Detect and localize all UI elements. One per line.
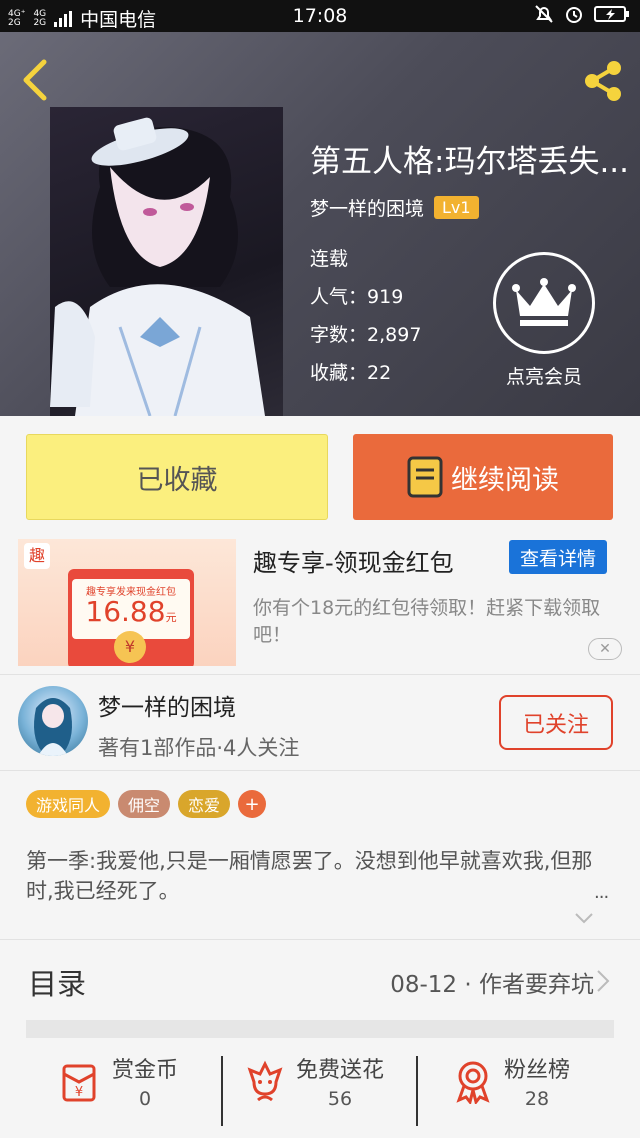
ad-image-amount: 16.88元 xyxy=(85,595,177,628)
vip-membership-button[interactable]: 点亮会员 xyxy=(492,252,596,389)
ad-title[interactable]: 趣专享-领现金红包 xyxy=(253,543,454,578)
book-status: 连载 xyxy=(310,248,349,270)
yen-coin-icon: ¥ xyxy=(114,631,146,663)
tag-list: 游戏同人 佣空 恋爱 + xyxy=(26,790,267,818)
crown-icon xyxy=(512,278,576,326)
reward-coins-button[interactable]: ¥ 赏金币 0 xyxy=(58,1052,178,1110)
book-word-count: 字数：2,897 xyxy=(310,324,422,346)
back-icon[interactable] xyxy=(18,58,54,102)
divider xyxy=(0,939,640,940)
award-medal-icon xyxy=(456,1061,490,1104)
divider xyxy=(0,770,640,771)
catalog-latest-chapter[interactable]: 08-12 · 作者要弃坑 xyxy=(390,965,594,999)
battery-charging-icon xyxy=(594,6,629,22)
author-avatar[interactable] xyxy=(18,686,88,756)
author-level-badge: Lv1 xyxy=(434,196,479,219)
section-separator xyxy=(26,1020,614,1038)
book-cover-image[interactable] xyxy=(50,107,283,416)
book-synopsis: 第一季:我爱他,只是一厢情愿罢了。没想到他早就喜欢我,但那时,我已经死了。 xyxy=(26,849,593,903)
book-popularity: 人气：919 xyxy=(310,286,404,308)
book-icon xyxy=(407,456,443,498)
author-name[interactable]: 梦一样的困境 xyxy=(98,688,236,722)
red-envelope-icon: ¥ xyxy=(62,1064,96,1102)
add-tag-button[interactable]: + xyxy=(238,790,267,818)
fans-ranking-button[interactable]: 粉丝榜 28 xyxy=(450,1052,570,1110)
book-detail-body: 已收藏 继续阅读 趣 趣专享发来现金红包 16.88元 ¥ 趣专享-领现金红包 … xyxy=(0,416,640,1138)
continue-reading-button[interactable]: 继续阅读 xyxy=(353,434,613,520)
tag-2[interactable]: 恋爱 xyxy=(178,790,231,818)
share-icon[interactable] xyxy=(578,56,628,106)
tag-0[interactable]: 游戏同人 xyxy=(26,790,111,818)
book-header: 第五人格:玛尔塔丢失... 梦一样的困境 Lv1 连载 人气：919 字数：2,… xyxy=(0,32,640,416)
more-indicator: ... xyxy=(594,882,609,903)
tag-1[interactable]: 佣空 xyxy=(118,790,171,818)
ad-image[interactable]: 趣 趣专享发来现金红包 16.88元 ¥ xyxy=(18,539,236,666)
bottom-action-bar: ¥ 赏金币 0 免费送花 56 粉丝榜 28 xyxy=(0,1038,640,1138)
expand-chevron-down-icon[interactable] xyxy=(574,910,594,926)
chevron-right-icon[interactable] xyxy=(596,969,610,993)
divider xyxy=(0,674,640,675)
book-author[interactable]: 梦一样的困境 xyxy=(310,194,424,221)
alarm-icon xyxy=(566,7,582,23)
book-title: 第五人格:玛尔塔丢失... xyxy=(310,144,630,180)
book-favorites: 收藏：22 xyxy=(310,362,392,384)
send-flowers-button[interactable]: 免费送花 56 xyxy=(242,1052,384,1110)
silent-bell-icon xyxy=(535,5,553,23)
ad-logo: 趣 xyxy=(24,543,50,569)
collected-button[interactable]: 已收藏 xyxy=(26,434,328,520)
flower-icon xyxy=(247,1060,283,1102)
catalog-label[interactable]: 目录 xyxy=(28,961,86,1003)
ad-view-details-button[interactable]: 查看详情 xyxy=(509,540,607,574)
follow-button[interactable]: 已关注 xyxy=(499,695,613,750)
ad-description: 你有个18元的红包待领取！赶紧下载领取吧！ xyxy=(253,597,601,646)
status-bar: 4G⁺ 2G 4G 2G 中国电信 17:08 xyxy=(0,0,640,32)
divider xyxy=(416,1056,418,1126)
divider xyxy=(221,1056,223,1126)
ad-close-button[interactable]: ✕ xyxy=(588,638,622,660)
svg-text:¥: ¥ xyxy=(75,1085,83,1100)
author-stats: 著有1部作品·4人关注 xyxy=(98,736,300,760)
